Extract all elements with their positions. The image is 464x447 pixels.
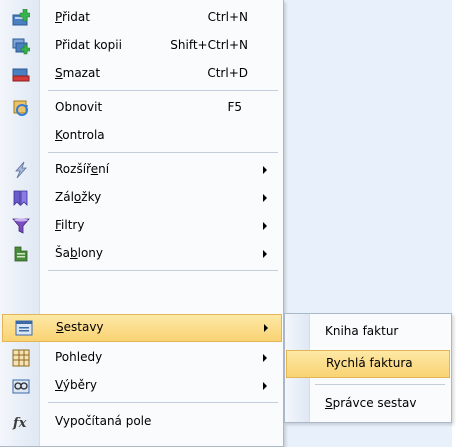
templates-icon bbox=[12, 245, 30, 263]
mnemonic-letter: S bbox=[55, 66, 63, 80]
submenu-arrow-icon bbox=[263, 222, 267, 230]
mnemonic-letter: P bbox=[55, 10, 63, 24]
menu-item-label: Filtry bbox=[55, 218, 85, 232]
menu-item-shortcut: Ctrl+N bbox=[207, 10, 248, 24]
calculated-field-icon: fx bbox=[12, 413, 30, 431]
svg-text:fx: fx bbox=[12, 416, 27, 431]
mnemonic-letter: K bbox=[55, 128, 63, 142]
context-menu: Přidat Ctrl+N Přidat kopii Shift+Ctrl+N … bbox=[0, 0, 284, 447]
menu-item-obnovit[interactable]: Obnovit F5 bbox=[0, 94, 283, 122]
submenu-arrow-icon bbox=[263, 194, 267, 202]
menu-item-shortcut: Shift+Ctrl+N bbox=[170, 38, 248, 52]
menu-item-label: Přidat kopii bbox=[55, 38, 122, 52]
mnemonic-letter: S bbox=[56, 320, 64, 334]
menu-separator bbox=[48, 152, 278, 153]
submenu-item-label: Správce sestav bbox=[325, 396, 417, 410]
menu-item-pridat[interactable]: Přidat Ctrl+N bbox=[0, 4, 283, 32]
menu-item-rozsireni[interactable]: Rozšíření bbox=[0, 156, 283, 184]
reports-icon bbox=[15, 319, 33, 337]
menu-item-label: Přidat bbox=[55, 10, 90, 24]
menu-item-label: Šablony bbox=[55, 246, 103, 260]
menu-separator bbox=[48, 402, 278, 403]
menu-item-vybery[interactable]: Výběry bbox=[0, 372, 283, 400]
mnemonic-letter: S bbox=[325, 396, 333, 410]
submenu-arrow-icon bbox=[264, 324, 268, 332]
menu-item-filtry[interactable]: Filtry bbox=[0, 212, 283, 240]
menu-item-label: Sestavy bbox=[56, 320, 104, 334]
refresh-icon bbox=[12, 99, 30, 117]
menu-item-label: Smazat bbox=[55, 66, 101, 80]
menu-item-pohledy[interactable]: Pohledy bbox=[0, 344, 283, 372]
mnemonic-letter: F bbox=[55, 218, 62, 232]
menu-item-label: Vypočítaná pole bbox=[55, 414, 152, 428]
menu-item-zalozky[interactable]: Záložky bbox=[0, 184, 283, 212]
menu-item-label: Pohledy bbox=[55, 350, 103, 364]
add-record-icon bbox=[12, 9, 30, 27]
submenu-arrow-icon bbox=[263, 382, 267, 390]
submenu-item-kniha-faktur[interactable]: Kniha faktur bbox=[285, 318, 451, 346]
menu-item-label: Rozšíření bbox=[55, 162, 110, 176]
menu-item-shortcut: F5 bbox=[227, 100, 242, 114]
extension-icon bbox=[12, 161, 30, 179]
submenu-item-label: Kniha faktur bbox=[325, 324, 399, 338]
submenu-separator bbox=[315, 384, 445, 385]
menu-item-label: Kontrola bbox=[55, 128, 105, 142]
selections-icon bbox=[12, 377, 30, 395]
delete-record-icon bbox=[12, 65, 30, 83]
menu-item-vypocitana-pole[interactable]: fx Vypočítaná pole bbox=[0, 408, 283, 436]
add-copy-icon bbox=[12, 37, 30, 55]
menu-separator bbox=[48, 270, 278, 271]
menu-item-smazat[interactable]: Smazat Ctrl+D bbox=[0, 60, 283, 88]
menu-item-kontrola[interactable]: Kontrola bbox=[0, 122, 283, 150]
submenu-arrow-icon bbox=[263, 250, 267, 258]
background-edge bbox=[452, 0, 464, 447]
mnemonic-letter: b bbox=[69, 246, 78, 260]
menu-item-sestavy[interactable]: Sestavy bbox=[2, 314, 282, 342]
menu-item-shortcut: Ctrl+D bbox=[207, 66, 248, 80]
menu-item-label: Výběry bbox=[55, 378, 98, 392]
reports-submenu: Kniha faktur Rychlá faktura Správce sest… bbox=[284, 313, 452, 423]
menu-item-sablony[interactable]: Šablony bbox=[0, 240, 283, 268]
menu-separator bbox=[48, 90, 278, 91]
menu-item-label: Záložky bbox=[55, 190, 102, 204]
submenu-arrow-icon bbox=[263, 354, 267, 362]
mnemonic-letter: e bbox=[90, 162, 99, 176]
menu-item-pridat-kopii[interactable]: Přidat kopii Shift+Ctrl+N bbox=[0, 32, 283, 60]
submenu-item-spravce-sestav[interactable]: Správce sestav bbox=[285, 390, 451, 418]
filter-icon bbox=[12, 217, 30, 235]
mnemonic-letter: o bbox=[73, 190, 82, 204]
mnemonic-letter: V bbox=[55, 378, 63, 392]
submenu-item-rychla-faktura[interactable]: Rychlá faktura bbox=[286, 350, 450, 378]
views-icon bbox=[12, 349, 30, 367]
submenu-arrow-icon bbox=[263, 166, 267, 174]
bookmarks-icon bbox=[12, 189, 30, 207]
menu-item-label: Obnovit bbox=[55, 100, 103, 114]
submenu-item-label: Rychlá faktura bbox=[326, 356, 413, 370]
